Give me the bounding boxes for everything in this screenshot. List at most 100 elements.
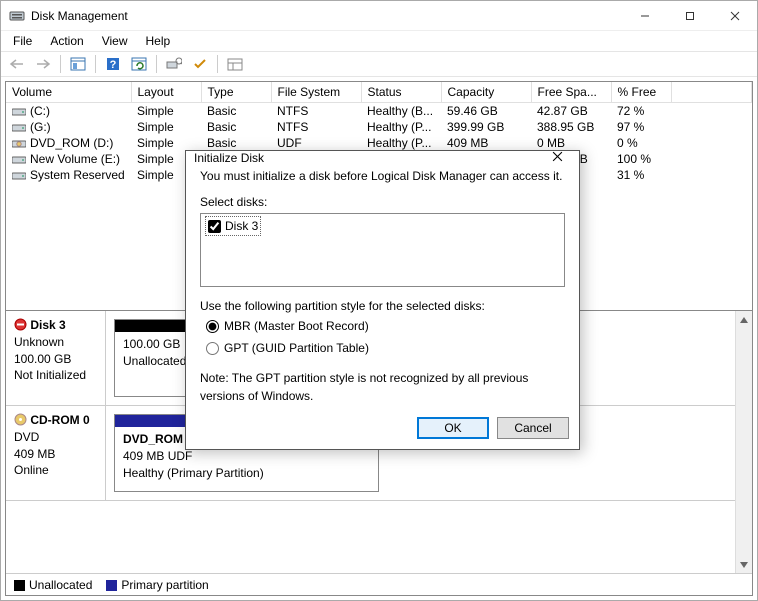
mbr-radio-row[interactable]: MBR (Master Boot Record)	[206, 317, 565, 335]
dialog-close-button[interactable]	[543, 151, 571, 165]
disk-3-label: Disk 3	[225, 217, 258, 235]
app-icon	[9, 8, 25, 24]
back-button[interactable]	[5, 53, 29, 75]
col-pctfree[interactable]: % Free	[611, 82, 671, 103]
cell-status: Healthy (P...	[361, 135, 441, 151]
disk-name: Disk 3	[30, 318, 65, 332]
col-freespace[interactable]: Free Spa...	[531, 82, 611, 103]
mbr-radio[interactable]	[206, 320, 219, 333]
col-type[interactable]: Type	[201, 82, 271, 103]
disk-name: CD-ROM 0	[30, 413, 89, 427]
drive-icon	[12, 122, 26, 133]
cell-pct: 72 %	[611, 103, 671, 120]
forward-button[interactable]	[31, 53, 55, 75]
menubar: File Action View Help	[1, 31, 757, 51]
select-disks-label: Select disks:	[200, 193, 565, 211]
volume-name: (C:)	[30, 104, 50, 118]
help-button[interactable]: ?	[101, 53, 125, 75]
cell-type: Basic	[201, 135, 271, 151]
drive-icon	[12, 106, 26, 117]
disk-header: Disk 3Unknown100.00 GBNot Initialized	[6, 311, 106, 405]
partition-status: Unallocated	[123, 354, 186, 368]
table-row[interactable]: (G:) SimpleBasicNTFSHealthy (P...399.99 G…	[6, 119, 752, 135]
cell-fs: NTFS	[271, 119, 361, 135]
disk-3-checkbox[interactable]	[208, 220, 221, 233]
window-title: Disk Management	[31, 9, 622, 23]
cell-type: Basic	[201, 103, 271, 120]
gpt-radio-row[interactable]: GPT (GUID Partition Table)	[206, 339, 565, 357]
partition-size: 100.00 GB	[123, 337, 180, 351]
table-row[interactable]: DVD_ROM (D:) SimpleBasicUDFHealthy (P...4…	[6, 135, 752, 151]
col-layout[interactable]: Layout	[131, 82, 201, 103]
disk-header: CD-ROM 0DVD409 MBOnline	[6, 406, 106, 500]
initialize-disk-dialog: Initialize Disk You must initialize a di…	[185, 150, 580, 450]
col-volume[interactable]: Volume	[6, 82, 131, 103]
vertical-scrollbar[interactable]	[735, 311, 752, 573]
gpt-label: GPT (GUID Partition Table)	[224, 339, 369, 357]
mbr-label: MBR (Master Boot Record)	[224, 317, 369, 335]
cancel-button[interactable]: Cancel	[497, 417, 569, 439]
layout-button[interactable]	[223, 53, 247, 75]
dialog-note: Note: The GPT partition style is not rec…	[200, 369, 550, 405]
toolbar: ?	[1, 51, 757, 77]
cell-fs: UDF	[271, 135, 361, 151]
drive-icon	[12, 170, 26, 181]
cell-layout: Simple	[131, 103, 201, 120]
volume-name: (G:)	[30, 120, 51, 134]
volume-name: New Volume (E:)	[30, 152, 120, 166]
scroll-up-arrow[interactable]	[736, 311, 752, 328]
dialog-title: Initialize Disk	[194, 151, 543, 165]
legend-unallocated: Unallocated	[29, 578, 92, 592]
drive-icon	[12, 154, 26, 165]
ok-button[interactable]: OK	[417, 417, 489, 439]
legend-primary: Primary partition	[121, 578, 208, 592]
menu-view[interactable]: View	[94, 32, 136, 50]
cell-layout: Simple	[131, 119, 201, 135]
partition-size: 409 MB UDF	[123, 449, 192, 463]
cell-layout: Simple	[131, 135, 201, 151]
checkmark-button[interactable]	[188, 53, 212, 75]
minimize-button[interactable]	[622, 1, 667, 31]
maximize-button[interactable]	[667, 1, 712, 31]
col-capacity[interactable]: Capacity	[441, 82, 531, 103]
cell-free: 42.87 GB	[531, 103, 611, 120]
svg-text:?: ?	[110, 59, 117, 71]
legend: Unallocated Primary partition	[6, 573, 752, 595]
cell-type: Basic	[201, 119, 271, 135]
cell-free: 388.95 GB	[531, 119, 611, 135]
col-filesystem[interactable]: File System	[271, 82, 361, 103]
volume-name: DVD_ROM (D:)	[30, 136, 113, 150]
cell-status: Healthy (B...	[361, 103, 441, 120]
cell-free: 0 MB	[531, 135, 611, 151]
partition-status: Healthy (Primary Partition)	[123, 466, 264, 480]
cell-pct: 31 %	[611, 167, 671, 183]
cell-pct: 100 %	[611, 151, 671, 167]
rescan-disks-button[interactable]	[162, 53, 186, 75]
menu-action[interactable]: Action	[42, 32, 91, 50]
cell-pct: 0 %	[611, 135, 671, 151]
cd-icon	[12, 138, 26, 149]
menu-file[interactable]: File	[5, 32, 40, 50]
cell-capacity: 59.46 GB	[441, 103, 531, 120]
cell-capacity: 409 MB	[441, 135, 531, 151]
scroll-down-arrow[interactable]	[736, 556, 752, 573]
cell-status: Healthy (P...	[361, 119, 441, 135]
gpt-radio[interactable]	[206, 342, 219, 355]
col-status[interactable]: Status	[361, 82, 441, 103]
dialog-message: You must initialize a disk before Logica…	[200, 167, 565, 185]
titlebar: Disk Management	[1, 1, 757, 31]
column-headers[interactable]: Volume Layout Type File System Status Ca…	[6, 82, 752, 103]
cell-capacity: 399.99 GB	[441, 119, 531, 135]
select-disks-list[interactable]: Disk 3	[200, 213, 565, 287]
disk-checkbox-row[interactable]: Disk 3	[205, 216, 261, 236]
cell-fs: NTFS	[271, 103, 361, 120]
menu-help[interactable]: Help	[138, 32, 179, 50]
volume-name: System Reserved	[30, 168, 125, 182]
table-row[interactable]: (C:) SimpleBasicNTFSHealthy (B...59.46 GB…	[6, 103, 752, 120]
disk-management-window: Disk Management File Action View Help ?	[0, 0, 758, 601]
close-button[interactable]	[712, 1, 757, 31]
cell-pct: 97 %	[611, 119, 671, 135]
partition-style-label: Use the following partition style for th…	[200, 297, 565, 315]
show-hide-console-tree-button[interactable]	[66, 53, 90, 75]
refresh-button[interactable]	[127, 53, 151, 75]
